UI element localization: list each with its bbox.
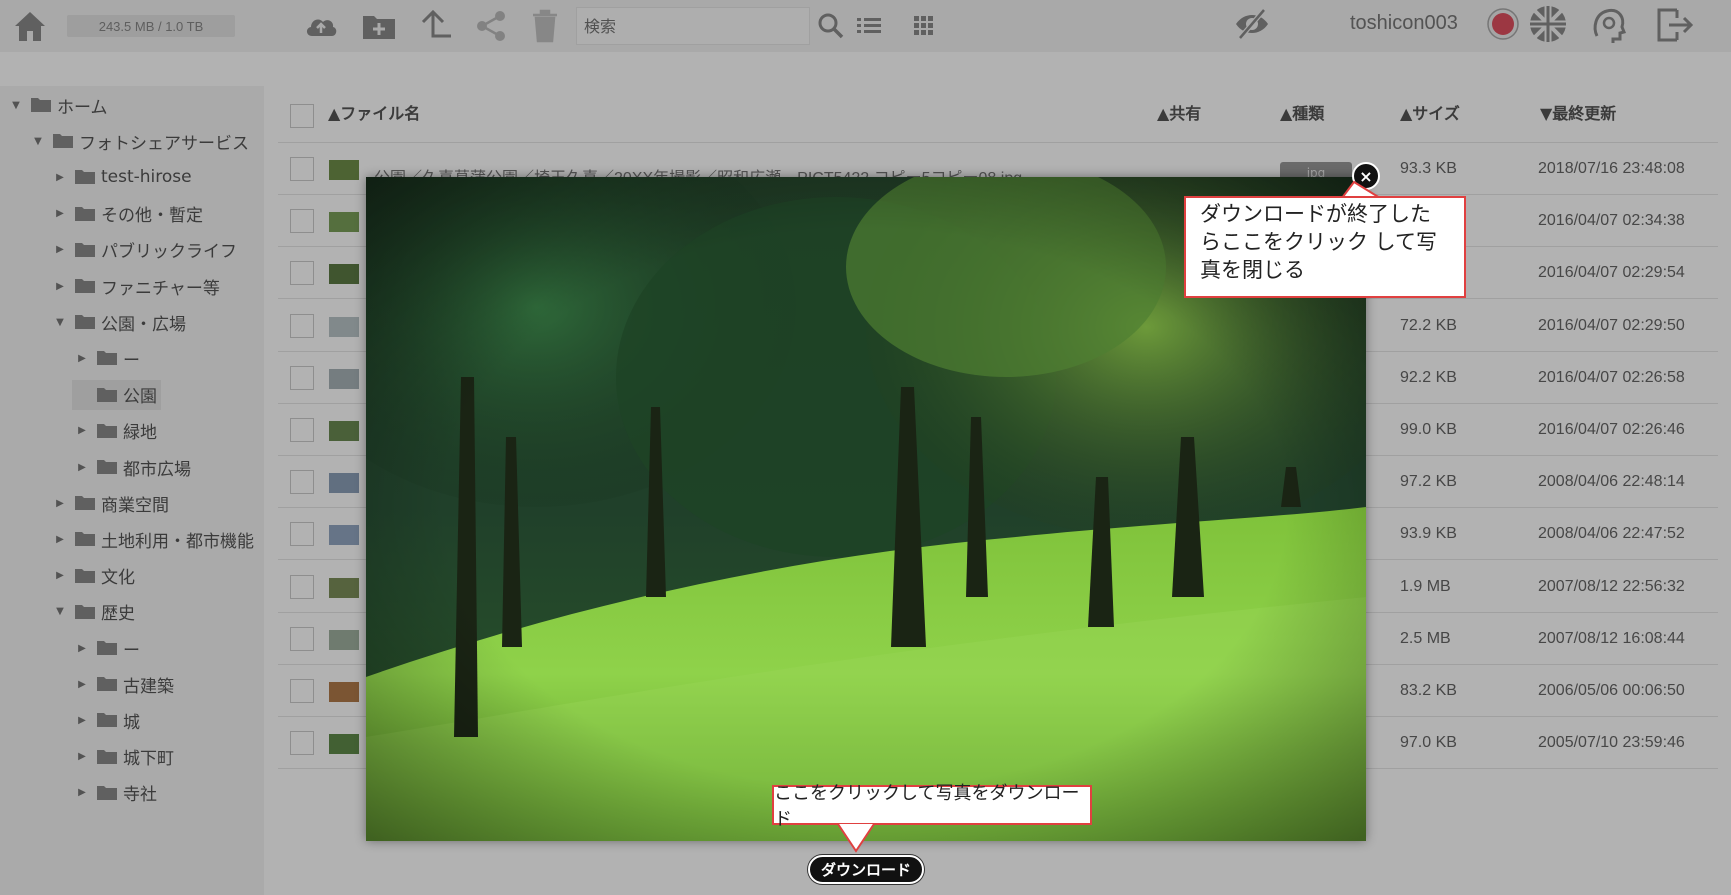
download-callout-pointer xyxy=(837,823,875,853)
download-instruction-callout: ここをクリックして写真をダウンロード xyxy=(772,783,1092,830)
download-button[interactable]: ダウンロード xyxy=(808,855,924,884)
download-callout-text: ここをクリックして写真をダウンロード xyxy=(774,783,1080,830)
close-instruction-callout: ダウンロードが終了したらここをクリック して写真を閉じる xyxy=(1184,196,1466,298)
